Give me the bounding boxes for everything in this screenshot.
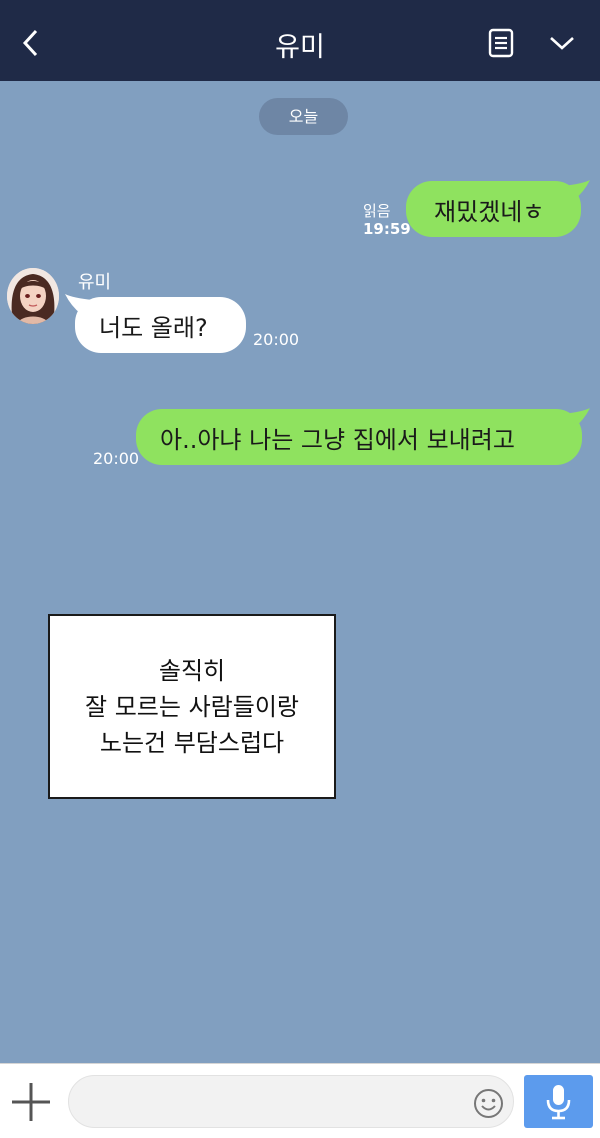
caption-line: 노는건 부담스럽다 (99, 729, 285, 757)
message-bubble-received[interactable]: 너도 올래? (75, 297, 246, 353)
caption-line: 솔직히 (158, 657, 226, 685)
message-text: 아..아냐 나는 그냥 집에서 보내려고 (160, 425, 515, 454)
message-time: 19:59 (363, 220, 411, 238)
message-bubble-sent[interactable]: 아..아냐 나는 그냥 집에서 보내려고 (136, 409, 582, 465)
mic-icon (546, 1085, 571, 1120)
note-icon[interactable] (487, 28, 515, 58)
avatar[interactable] (7, 268, 59, 324)
sender-name: 유미 (78, 272, 112, 293)
message-input[interactable] (68, 1075, 514, 1128)
voice-button[interactable] (524, 1075, 593, 1128)
bubble-tail (562, 180, 590, 200)
chat-header: 유미 (0, 0, 600, 81)
composer-bar (0, 1063, 600, 1138)
message-time: 20:00 (93, 449, 140, 468)
message-bubble-sent[interactable]: 재밌겠네ㅎ (406, 181, 581, 237)
plus-icon[interactable] (10, 1081, 52, 1123)
caption-line: 잘 모르는 사람들이랑 (85, 693, 299, 721)
chevron-down-icon[interactable] (548, 33, 576, 53)
read-receipt: 읽음 (363, 202, 391, 220)
bubble-tail (562, 408, 590, 428)
message-time: 20:00 (253, 330, 300, 349)
avatar-image (7, 268, 59, 324)
message-text: 재밌겠네ㅎ (434, 197, 545, 226)
narration-caption: 솔직히 잘 모르는 사람들이랑 노는건 부담스럽다 (48, 614, 336, 799)
emoji-icon[interactable] (473, 1088, 504, 1119)
date-separator: 오늘 (259, 98, 348, 135)
message-text: 너도 올래? (99, 313, 208, 342)
